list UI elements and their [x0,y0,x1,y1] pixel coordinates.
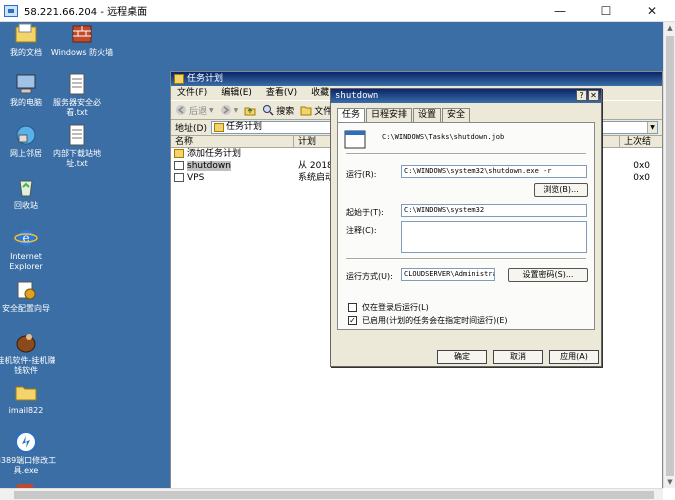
folders-button[interactable]: 文件 [300,104,332,117]
apply-button[interactable]: 应用(A) [549,350,599,364]
network-places-icon [14,123,38,147]
remote-desktop-icon [4,4,18,17]
scheduled-tasks-folder-icon [174,74,184,84]
add-task-icon [174,149,184,158]
column-last-run[interactable]: 上次结 [620,136,662,147]
vertical-scrollbar[interactable]: ▲ ▼ [663,22,675,488]
desktop-icon-hangup-software[interactable]: 挂机软件-挂机赚钱软件 [0,330,58,376]
desktop-icon-firewall[interactable]: Windows 防火墙 [50,22,114,58]
menu-edit[interactable]: 编辑(E) [221,86,252,100]
only-logged-on-label: 仅在登录后运行(L) [362,303,429,312]
recycle-bin-icon [14,175,38,199]
scheduled-task-icon [174,161,184,170]
column-name[interactable]: 名称 [171,136,294,147]
hangup-software-icon [14,330,38,354]
scheduler-title: 任务计划 [187,74,224,84]
text-file-icon [65,123,89,147]
text-file-icon [65,72,89,96]
horizontal-scrollbar[interactable] [0,488,663,500]
back-button[interactable]: 后退 ▼ [175,104,214,117]
tab-task[interactable]: 任务 [337,108,366,123]
run-as-label: 运行方式(U): [346,272,393,281]
maximize-button[interactable]: ☐ [583,0,629,22]
dialog-title: shutdown [335,91,379,101]
dialog-titlebar: shutdown ? ✕ [331,89,601,103]
forward-arrow-icon [220,105,231,115]
tab-security[interactable]: 安全 [442,108,471,122]
comments-input[interactable] [401,221,587,253]
set-password-button[interactable]: 设置密码(S)... [508,268,588,282]
forward-button[interactable]: ▼ [220,104,239,116]
dialog-tabs: 任务 日程安排 设置 安全 [337,108,471,123]
desktop-icon-download-site-txt[interactable]: 内部下载站地址.txt [45,123,109,169]
run-as-input[interactable]: CLOUDSERVER\Administrat [401,268,495,281]
tab-settings[interactable]: 设置 [413,108,442,122]
menu-file[interactable]: 文件(F) [177,86,207,100]
firewall-icon [70,22,94,46]
task-tab-panel: C:\WINDOWS\Tasks\shutdown.job 运行(R): C:\… [337,122,595,330]
start-in-label: 起始于(T): [346,208,384,217]
dialog-close-button[interactable]: ✕ [588,90,599,101]
only-logged-on-checkbox[interactable] [348,303,357,312]
menu-view[interactable]: 查看(V) [266,86,297,100]
svg-text:e: e [22,231,29,245]
scheduled-tasks-folder-icon [213,123,224,132]
back-arrow-icon [176,105,186,115]
desktop-icon-security-wizard[interactable]: 安全配置向导 [0,278,58,314]
desktop-icon-imail822[interactable]: imail822 [0,380,58,416]
vertical-scroll-thumb[interactable] [666,36,674,476]
rdp-titlebar: 58.221.66.204 - 远程桌面 — ☐ ✕ [0,0,675,22]
search-icon [263,105,274,116]
scheduled-task-icon [174,173,184,182]
up-folder-button[interactable] [244,104,256,116]
horizontal-scroll-thumb[interactable] [14,491,654,499]
scroll-down-icon[interactable]: ▼ [664,476,675,488]
my-documents-icon [14,22,38,46]
address-dropdown-icon[interactable]: ▼ [647,122,657,133]
address-label: 地址(D) [175,124,207,134]
desktop-icon-recycle-bin[interactable]: 回收站 [0,175,58,211]
separator [346,258,586,260]
port-tool-icon [14,430,38,454]
rdp-window-title: 58.221.66.204 - 远程桌面 [24,7,148,18]
address-value: 任务计划 [225,122,262,132]
job-file-path: C:\WINDOWS\Tasks\shutdown.job [382,133,505,141]
comments-label: 注释(C): [346,226,377,235]
task-properties-dialog: shutdown ? ✕ 任务 日程安排 设置 安全 C:\WINDOWS\Ta… [330,88,602,367]
security-wizard-icon [14,278,38,302]
up-folder-icon [244,107,256,116]
run-label: 运行(R): [346,170,377,179]
start-in-input[interactable]: C:\WINDOWS\system32 [401,204,587,217]
desktop-icon-server-security-txt[interactable]: 服务器安全必看.txt [45,72,109,118]
folders-icon [300,106,312,116]
search-button[interactable]: 搜索 [262,104,294,117]
internet-explorer-icon: e [14,226,38,250]
cancel-button[interactable]: 取消 [493,350,543,364]
separator [346,153,586,155]
close-button[interactable]: ✕ [629,0,675,22]
forward-dropdown-icon: ▼ [233,106,239,114]
scheduler-titlebar: 任务计划 [171,72,662,86]
enabled-checkbox[interactable]: ✓ [348,316,357,325]
run-command-input[interactable]: C:\WINDOWS\system32\shutdown.exe -r [401,165,587,178]
minimize-button[interactable]: — [537,0,583,22]
desktop-icon-port-tool[interactable]: 3389端口修改工具.exe [0,430,58,476]
back-dropdown-icon: ▼ [209,106,214,114]
task-job-icon [344,130,366,149]
checkmark-icon: ✓ [349,316,356,325]
folder-icon [14,380,38,404]
ok-button[interactable]: 确定 [437,350,487,364]
browse-button[interactable]: 浏览(B)... [534,183,588,197]
tab-schedule[interactable]: 日程安排 [366,108,413,122]
help-button[interactable]: ? [576,90,587,101]
desktop-icon-internet-explorer[interactable]: e Internet Explorer [0,226,58,272]
enabled-label: 已启用(计划的任务会在指定时间运行)(E) [362,316,508,325]
scroll-up-icon[interactable]: ▲ [664,22,675,34]
my-computer-icon [14,72,38,96]
